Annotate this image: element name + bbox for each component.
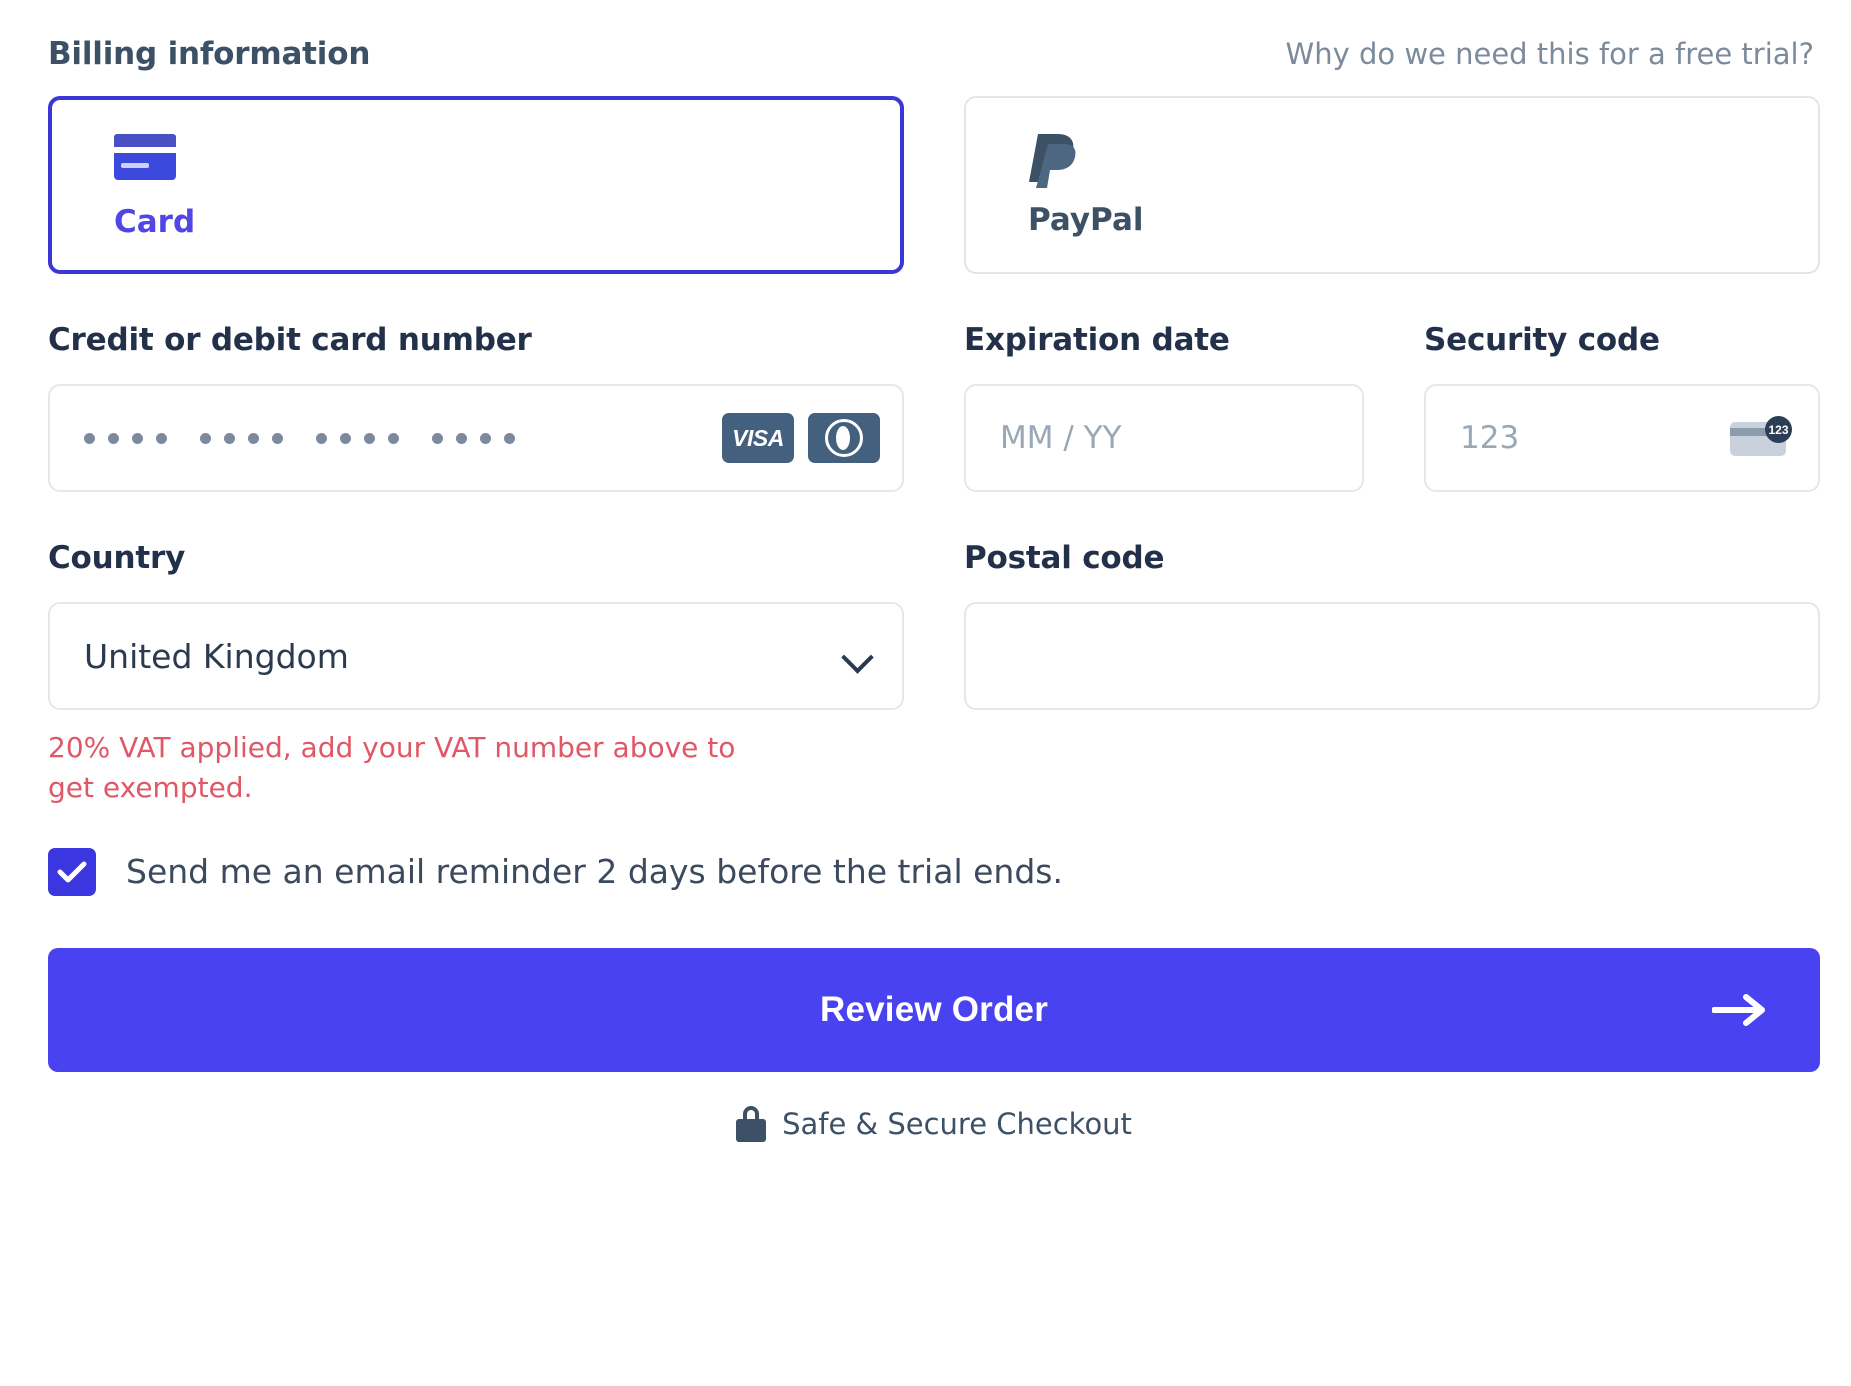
card-number-masked-value	[84, 432, 722, 444]
expiration-label: Expiration date	[964, 322, 1230, 358]
country-label: Country	[48, 540, 186, 576]
card-brand-icons: VISA	[722, 413, 880, 463]
secure-checkout-text: Safe & Secure Checkout	[782, 1106, 1132, 1141]
security-code-input-wrap[interactable]: 123 123	[1424, 384, 1820, 492]
security-code-group: Security code 123 123	[1424, 322, 1820, 492]
country-group: Country United Kingdom 20% VAT applied, …	[48, 540, 904, 808]
visa-icon: VISA	[722, 413, 794, 463]
review-order-button[interactable]: Review Order	[48, 947, 1820, 1072]
postal-code-group: Postal code	[964, 540, 1820, 808]
email-reminder-label: Send me an email reminder 2 days before …	[126, 852, 1063, 891]
paypal-icon	[1028, 132, 1818, 192]
vat-note: 20% VAT applied, add your VAT number abo…	[48, 731, 736, 804]
cvv-card-icon-badge: 123	[1765, 416, 1792, 443]
payment-method-options: Card PayPal	[48, 96, 1820, 274]
check-icon	[57, 861, 87, 882]
security-code-label: Security code	[1424, 322, 1660, 358]
card-number-input[interactable]: VISA	[48, 384, 904, 492]
visa-icon-text: VISA	[732, 424, 784, 451]
arrow-right-icon	[1711, 993, 1768, 1027]
security-code-placeholder: 123	[1460, 420, 1520, 456]
payment-method-card-label: Card	[114, 204, 196, 240]
postal-code-label: Postal code	[964, 540, 1165, 576]
expiration-group: Expiration date MM / YY	[964, 322, 1364, 492]
country-select[interactable]: United Kingdom	[48, 602, 904, 710]
cvv-card-icon: 123	[1730, 416, 1792, 460]
expiration-placeholder: MM / YY	[1000, 420, 1122, 456]
review-order-label: Review Order	[819, 989, 1049, 1029]
payment-method-paypal[interactable]: PayPal	[964, 96, 1820, 274]
payment-method-paypal-label: PayPal	[1028, 202, 1144, 238]
why-free-trial-link[interactable]: Why do we need this for a free trial?	[1286, 37, 1820, 71]
billing-information-page: Billing information Why do we need this …	[0, 0, 1851, 1386]
diners-club-icon	[808, 413, 880, 463]
chevron-down-icon	[842, 641, 872, 671]
country-selected-value: United Kingdom	[84, 636, 349, 676]
billing-header: Billing information Why do we need this …	[48, 0, 1820, 86]
address-row: Country United Kingdom 20% VAT applied, …	[48, 540, 1820, 808]
page-title: Billing information	[48, 36, 371, 72]
card-number-label: Credit or debit card number	[48, 322, 532, 358]
expiration-input-wrap[interactable]: MM / YY	[964, 384, 1364, 492]
credit-card-icon	[114, 134, 900, 194]
lock-icon	[736, 1105, 767, 1142]
payment-method-card[interactable]: Card	[48, 96, 904, 274]
card-number-group: Credit or debit card number VISA	[48, 322, 904, 492]
email-reminder-checkbox[interactable]	[48, 847, 96, 896]
card-details-row: Credit or debit card number VISA Expirat…	[48, 322, 1820, 492]
email-reminder-row: Send me an email reminder 2 days before …	[48, 847, 1820, 896]
secure-checkout-footer: Safe & Secure Checkout	[48, 1105, 1820, 1142]
postal-code-input[interactable]	[964, 602, 1820, 710]
billing-fields: Credit or debit card number VISA Expirat…	[48, 322, 1820, 808]
